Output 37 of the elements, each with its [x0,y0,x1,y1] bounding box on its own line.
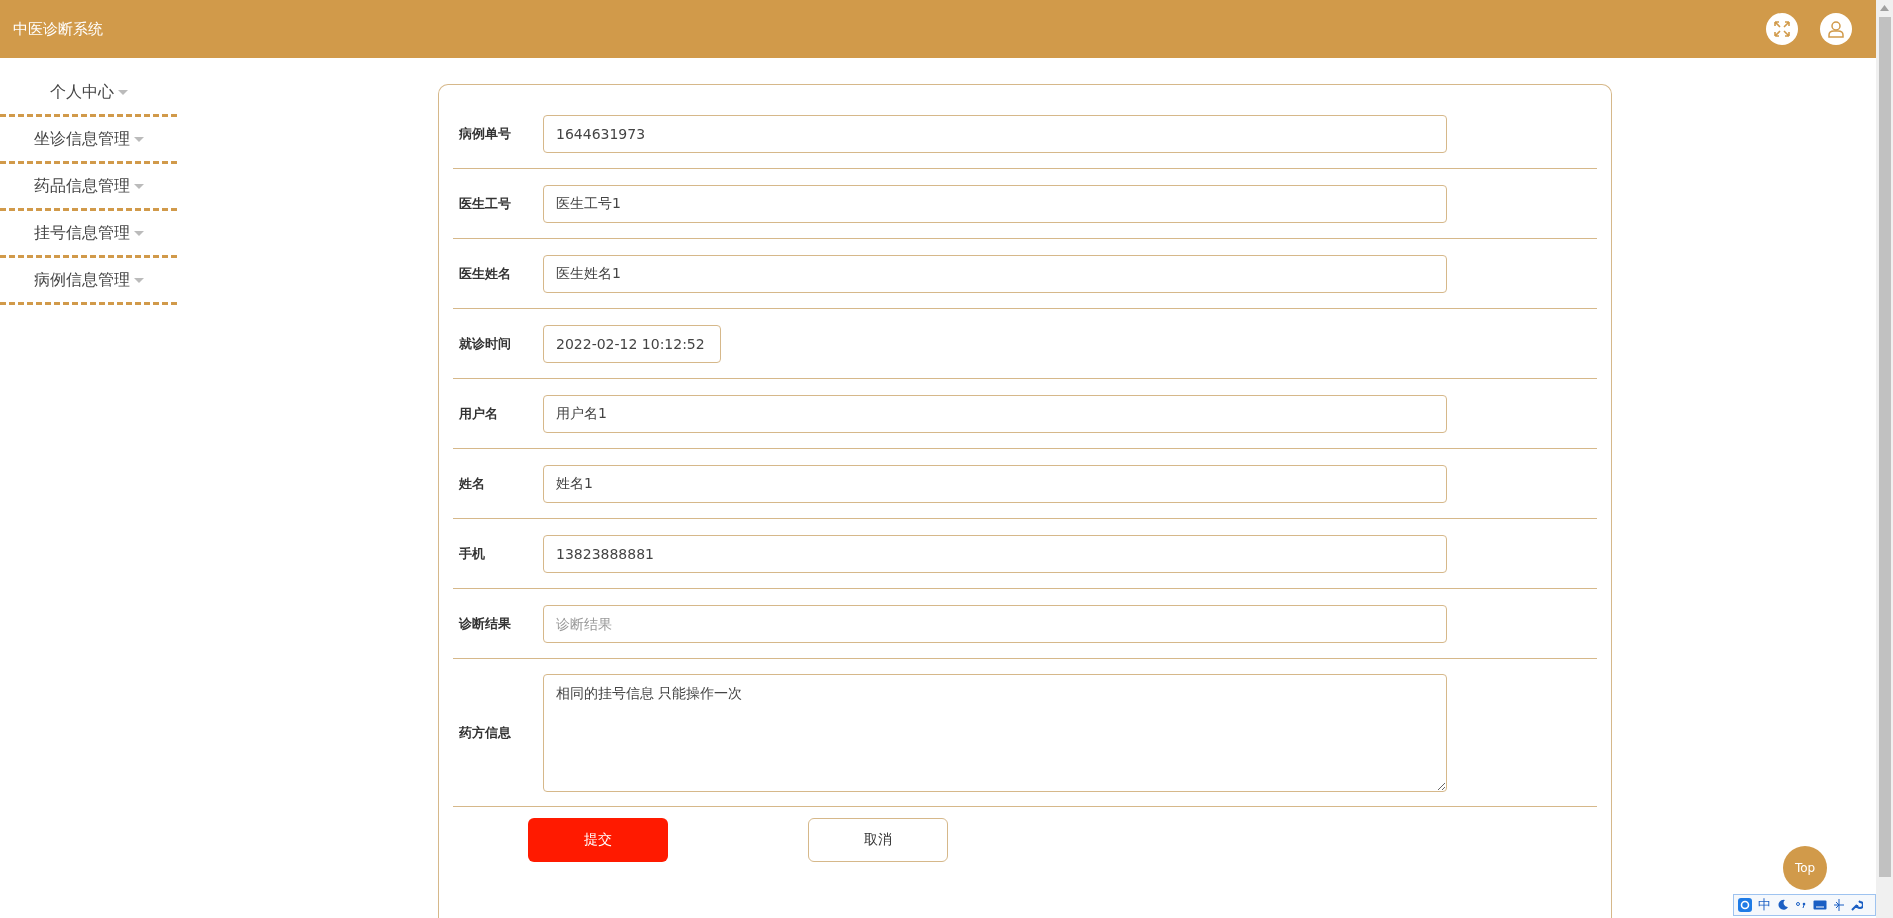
sidebar-item[interactable]: 个人中心 [0,70,177,117]
ime-mode[interactable]: 中 [1758,896,1771,914]
moon-icon[interactable] [1777,899,1789,911]
field-label: 病例单号 [458,124,512,143]
submit-button[interactable]: 提交 [528,818,668,862]
field-label: 药方信息 [458,723,512,742]
field-label: 手机 [458,544,486,563]
caret-icon [133,277,144,283]
sidebar-item[interactable]: 挂号信息管理 [0,211,177,258]
date-field[interactable]: 2022-02-12 10:12:52 [543,324,721,363]
sidebar-item[interactable]: 病例信息管理 [0,258,177,305]
input-field[interactable]: 1644631973 [543,114,1447,153]
input-field[interactable]: 13823888881 [543,534,1447,573]
sidebar-item[interactable]: 坐诊信息管理 [0,117,177,164]
app-title: 中医诊断系统 [13,19,103,39]
ime-logo-icon[interactable] [1738,898,1752,912]
field-label: 就诊时间 [458,334,512,353]
keyboard-icon[interactable] [1813,900,1827,910]
input-field[interactable]: 姓名1 [543,464,1447,503]
scrollbar[interactable] [1876,0,1893,918]
input-field[interactable]: 医生工号1 [543,184,1447,223]
punctuation-icon[interactable] [1795,899,1807,911]
caret-icon [133,230,144,236]
caret-icon [117,89,128,95]
input-field[interactable]: 诊断结果 [543,604,1447,643]
caret-icon [133,183,144,189]
cancel-button[interactable]: 取消 [808,818,948,862]
input-field[interactable]: 医生姓名1 [543,254,1447,293]
field-label: 诊断结果 [457,614,512,633]
field-label: 姓名 [458,474,486,493]
caret-icon [133,136,144,142]
field-label: 医生工号 [458,194,512,213]
textarea-field[interactable]: 相同的挂号信息 只能操作一次 [543,673,1447,792]
sidebar-item[interactable]: 药品信息管理 [0,164,177,211]
input-field[interactable]: 用户名1 [543,394,1447,433]
field-label: 医生姓名 [458,264,512,283]
field-label: 用户名 [458,404,499,423]
